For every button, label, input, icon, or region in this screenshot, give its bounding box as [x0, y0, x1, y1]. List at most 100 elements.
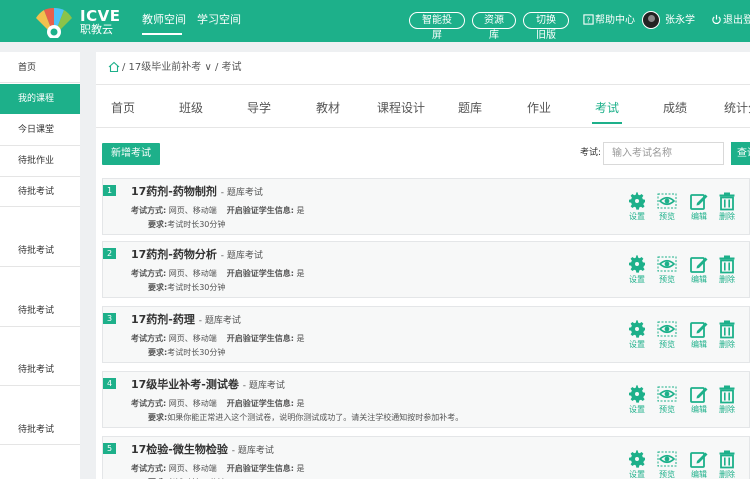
verify-value: 是 — [296, 399, 305, 408]
edit-button[interactable]: 编辑 — [687, 191, 711, 222]
sidebar-item-pending-homework[interactable]: 待批作业 — [0, 155, 80, 167]
trash-icon — [719, 192, 735, 211]
exam-name[interactable]: 17药剂-药物分析 — [131, 248, 217, 261]
sidebar-item-pending-exam[interactable]: 待批考试 — [0, 245, 80, 257]
exam-name[interactable]: 17药剂-药理 — [131, 313, 195, 326]
settings-button[interactable]: 设置 — [625, 449, 649, 479]
search-input[interactable] — [603, 142, 724, 165]
sidebar-item-my-courses[interactable]: 我的课程 — [0, 84, 80, 114]
exam-card[interactable]: 4 17级毕业补考-测试卷 - 题库考试 考试方式: 网页、移动端 开启验证学生信息:… — [102, 371, 750, 428]
preview-button[interactable]: 预览 — [655, 384, 679, 415]
eye-icon — [657, 451, 677, 467]
nav-learning-space[interactable]: 学习空间 — [197, 13, 241, 27]
search-button[interactable]: 查询 — [731, 142, 750, 165]
tab-question-bank[interactable]: 题库 — [458, 101, 482, 115]
delete-button[interactable]: 删除 — [715, 191, 739, 222]
tab-statistics[interactable]: 统计分析 — [724, 101, 750, 115]
preview-button[interactable]: 预览 — [655, 319, 679, 350]
action-label: 预览 — [659, 275, 675, 284]
action-label: 设置 — [629, 340, 645, 349]
edit-icon — [690, 387, 708, 403]
exam-name[interactable]: 17药剂-药物制剂 — [131, 185, 217, 198]
resource-library-button[interactable]: 资源库 — [472, 12, 516, 41]
switch-old-version-button[interactable]: 切换旧版 — [523, 12, 569, 41]
tab-guide[interactable]: 导学 — [247, 101, 271, 115]
sidebar-item-home[interactable]: 首页 — [0, 62, 80, 74]
exam-title[interactable]: 17药剂-药物分析 - 题库考试 — [131, 248, 263, 263]
exam-name[interactable]: 17检验-微生物检验 — [131, 443, 228, 456]
requirement-label: 要求: — [148, 283, 168, 292]
exam-title[interactable]: 17检验-微生物检验 - 题库考试 — [131, 443, 274, 458]
exam-type: - 题库考试 — [220, 251, 263, 261]
settings-button[interactable]: 设置 — [625, 319, 649, 350]
action-label: 设置 — [629, 212, 645, 221]
exam-requirement: 要求:如果你能正常进入这个测试卷，说明你测试成功了。请关注学校通知按时参加补考。 — [148, 412, 463, 423]
sidebar-item-today-class[interactable]: 今日课堂 — [0, 124, 80, 136]
settings-button[interactable]: 设置 — [625, 384, 649, 415]
tab-textbook[interactable]: 教材 — [316, 101, 340, 115]
requirement-label: 要求: — [148, 220, 168, 229]
sidebar-item-pending-exam[interactable]: 待批考试 — [0, 186, 80, 198]
edit-button[interactable]: 编辑 — [687, 319, 711, 350]
sidebar-item-pending-exam[interactable]: 待批考试 — [0, 305, 80, 317]
tab-class[interactable]: 班级 — [179, 101, 203, 115]
breadcrumb-divider — [96, 84, 750, 85]
gear-icon — [629, 450, 645, 468]
exam-card[interactable]: 3 17药剂-药理 - 题库考试 考试方式: 网页、移动端 开启验证学生信息: 是要求… — [102, 306, 750, 363]
preview-button[interactable]: 预览 — [655, 254, 679, 285]
help-center-link[interactable]: 帮助中心 — [595, 14, 635, 27]
preview-button[interactable]: 预览 — [655, 191, 679, 222]
delete-button[interactable]: 删除 — [715, 384, 739, 415]
delete-button[interactable]: 删除 — [715, 449, 739, 479]
tab-course-design[interactable]: 课程设计 — [377, 101, 425, 115]
exam-card[interactable]: 1 17药剂-药物制剂 - 题库考试 考试方式: 网页、移动端 开启验证学生信息: 是… — [102, 178, 750, 235]
exam-title[interactable]: 17药剂-药物制剂 - 题库考试 — [131, 185, 263, 200]
exam-title[interactable]: 17药剂-药理 - 题库考试 — [131, 313, 241, 328]
exam-method-value: 网页、移动端 — [168, 334, 217, 343]
edit-button[interactable]: 编辑 — [687, 384, 711, 415]
settings-button[interactable]: 设置 — [625, 191, 649, 222]
requirement-value: 考试时长30分钟 — [167, 220, 226, 229]
trash-icon — [719, 320, 735, 339]
delete-button[interactable]: 删除 — [715, 319, 739, 350]
user-name[interactable]: 张永学 — [665, 14, 695, 27]
delete-button[interactable]: 删除 — [715, 254, 739, 285]
breadcrumb[interactable]: / 17级毕业前补考 ∨ / 考试 — [122, 62, 242, 74]
logo-brand-cn: 职教云 — [80, 23, 113, 36]
exam-type: - 题库考试 — [242, 381, 285, 391]
exam-method-value: 网页、移动端 — [168, 399, 217, 408]
logo[interactable]: ICVE 职教云 — [34, 6, 124, 38]
tab-exam[interactable]: 考试 — [595, 101, 619, 115]
tab-grades[interactable]: 成绩 — [663, 101, 687, 115]
exam-method-value: 网页、移动端 — [168, 206, 217, 215]
nav-teacher-space[interactable]: 教师空间 — [142, 13, 186, 27]
logout-link[interactable]: 退出登录 — [723, 14, 750, 27]
eye-icon — [657, 321, 677, 337]
edit-icon — [690, 194, 708, 210]
exam-number-badge: 2 — [103, 248, 116, 259]
preview-button[interactable]: 预览 — [655, 449, 679, 479]
tab-home[interactable]: 首页 — [111, 101, 135, 115]
avatar[interactable] — [642, 11, 660, 29]
edit-button[interactable]: 编辑 — [687, 449, 711, 479]
sidebar-item-pending-exam[interactable]: 待批考试 — [0, 424, 80, 436]
exam-method-label: 考试方式: — [131, 399, 167, 408]
exam-card[interactable]: 5 17检验-微生物检验 - 题库考试 考试方式: 网页、移动端 开启验证学生信息: … — [102, 436, 750, 479]
home-icon[interactable] — [108, 61, 120, 73]
exam-number-badge: 5 — [103, 443, 116, 454]
tab-homework[interactable]: 作业 — [527, 101, 551, 115]
verify-label: 开启验证学生信息: — [226, 464, 294, 473]
smart-cast-button[interactable]: 智能投屏 — [409, 12, 465, 41]
exam-number-badge: 3 — [103, 313, 116, 324]
settings-button[interactable]: 设置 — [625, 254, 649, 285]
exam-title[interactable]: 17级毕业补考-测试卷 - 题库考试 — [131, 378, 285, 393]
requirement-label: 要求: — [148, 348, 168, 357]
action-label: 编辑 — [691, 405, 707, 414]
add-exam-button[interactable]: 新增考试 — [102, 143, 160, 165]
sidebar-item-pending-exam[interactable]: 待批考试 — [0, 364, 80, 376]
exam-card[interactable]: 2 17药剂-药物分析 - 题库考试 考试方式: 网页、移动端 开启验证学生信息: 是… — [102, 241, 750, 298]
exam-name[interactable]: 17级毕业补考-测试卷 — [131, 378, 239, 391]
edit-icon — [690, 452, 708, 468]
gear-icon — [629, 192, 645, 210]
edit-button[interactable]: 编辑 — [687, 254, 711, 285]
